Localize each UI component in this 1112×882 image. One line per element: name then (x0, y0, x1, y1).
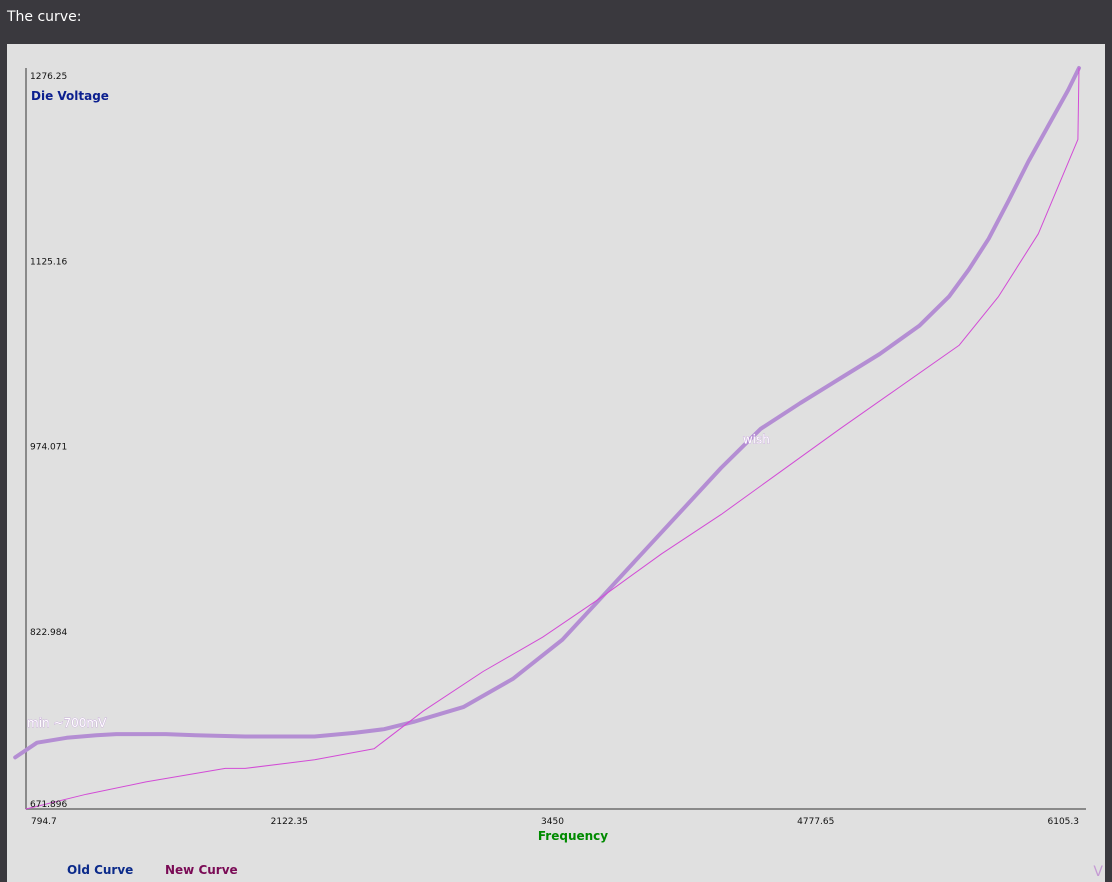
x-axis-label: Frequency (538, 829, 608, 843)
y-tick-label: 974.071 (30, 443, 67, 453)
legend-new-curve: New Curve (165, 863, 238, 877)
y-tick-label: 1276.25 (30, 72, 67, 82)
x-tick-label: 3450 (541, 817, 564, 827)
x-tick-label: 6105.3 (1048, 817, 1080, 827)
x-tick-label: 794.7 (31, 817, 57, 827)
annotation-min-voltage: min ~700mV (27, 716, 107, 730)
series-new-curve (25, 67, 1080, 810)
chevron-down-icon[interactable]: V (1093, 864, 1103, 880)
y-tick-label: 822.984 (30, 628, 67, 638)
x-tick-label: 4777.65 (797, 817, 834, 827)
series-old-curve (13, 66, 1081, 760)
x-tick-label: 2122.35 (271, 817, 308, 827)
chart-panel: Die Voltage Frequency 794.7 2122.35 3450 47… (7, 44, 1105, 882)
y-tick-label: 1125.16 (30, 257, 67, 267)
curve-chart: Die Voltage Frequency 794.7 2122.35 3450 47… (13, 66, 1086, 843)
legend-old-curve: Old Curve (67, 863, 134, 877)
title-bar: The curve: (0, 0, 1112, 44)
page-title: The curve: (7, 9, 82, 25)
y-axis-label: Die Voltage (31, 89, 109, 103)
y-tick-label: 671.896 (30, 800, 67, 810)
annotation-wish: wish (743, 433, 770, 447)
